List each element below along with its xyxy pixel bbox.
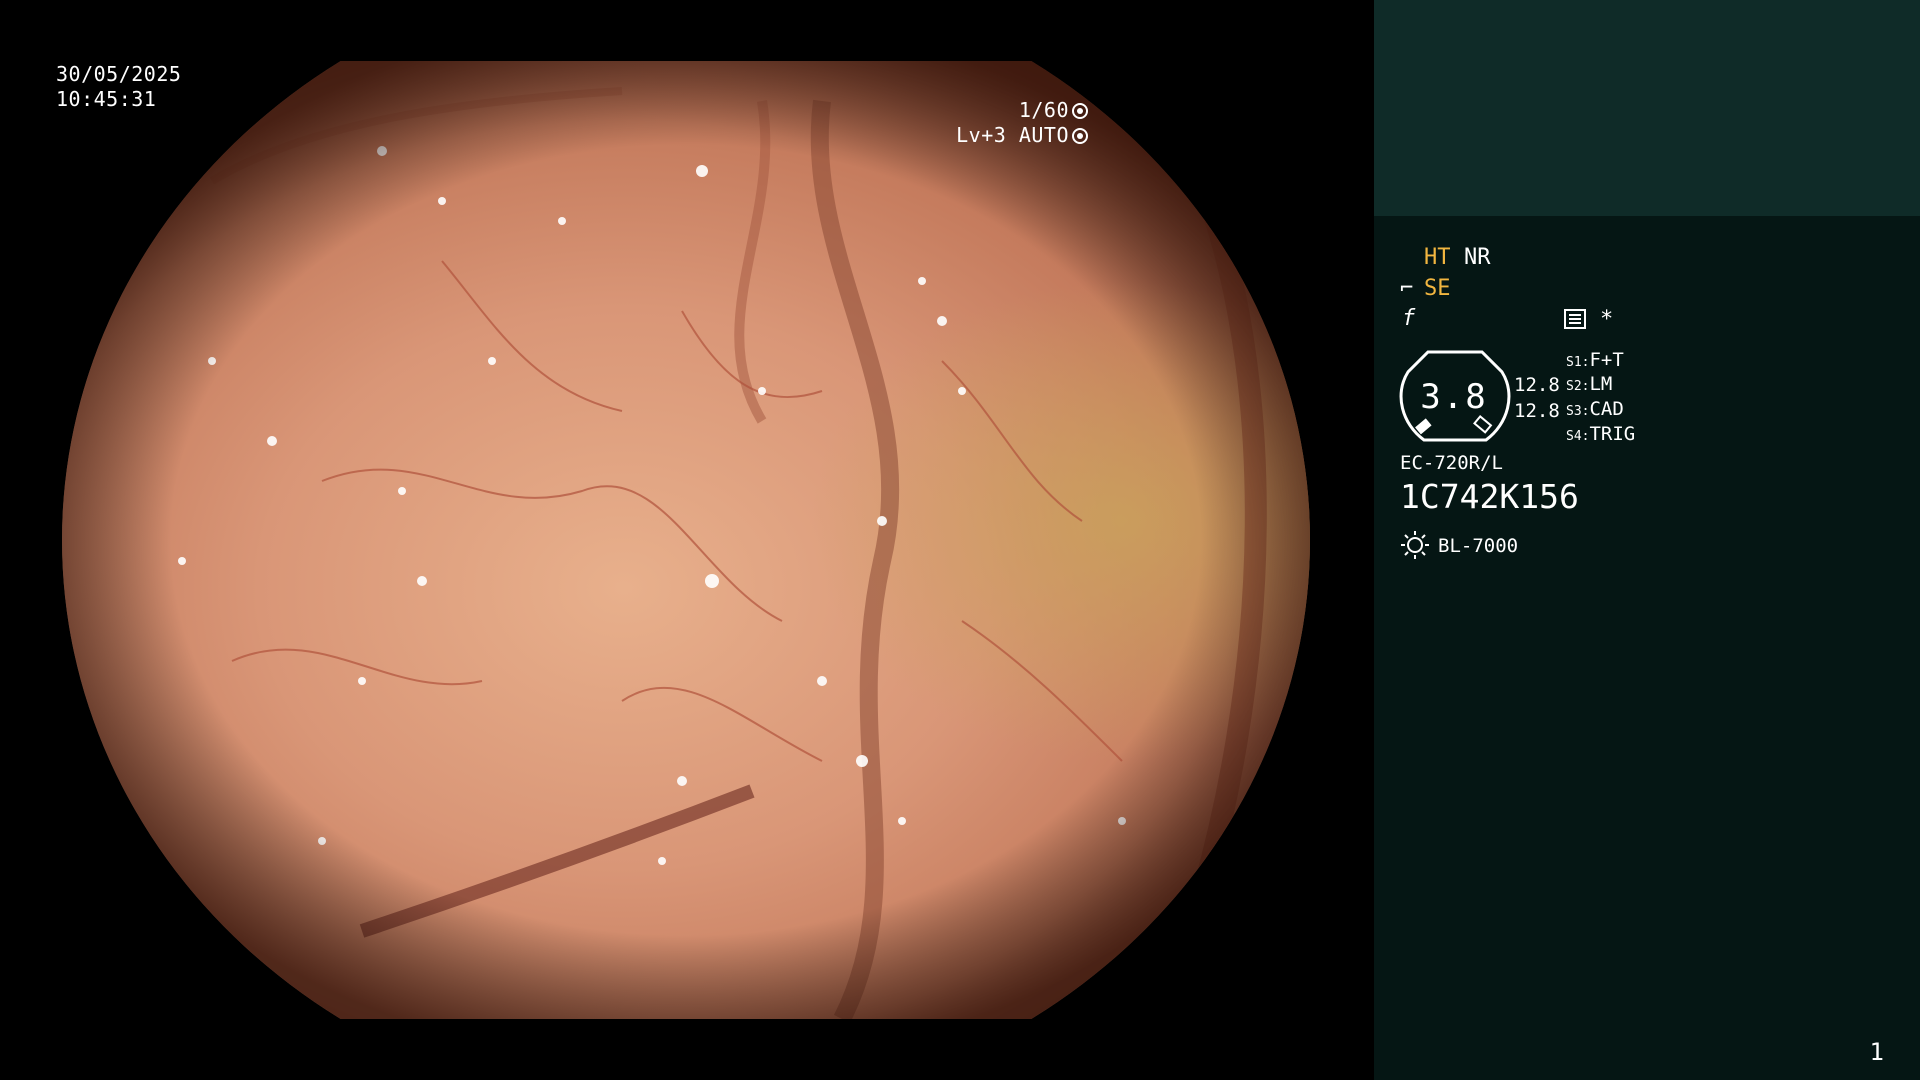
record-icon xyxy=(1564,309,1586,329)
page-number: 1 xyxy=(1869,1038,1884,1066)
switch-key: S2: xyxy=(1566,379,1590,394)
exposure-info: 1/60 Lv+3 AUTO xyxy=(956,98,1088,148)
scope-model: EC-720R/L xyxy=(1400,452,1503,474)
panel-header-block xyxy=(1374,0,1920,216)
switch-4: S4:TRIG xyxy=(1566,422,1635,449)
brightness-level: Lv+3 AUTO xyxy=(956,123,1069,147)
light-source-model: BL-7000 xyxy=(1438,535,1519,557)
date-label: 30/05/2025 xyxy=(56,62,182,86)
mode-se-label: SE xyxy=(1424,276,1451,301)
info-panel: HT NR ⌐ SE f * 3.8 12.8 12.8 S1:F+T S2:L… xyxy=(1374,0,1920,1080)
mode-nr-label: NR xyxy=(1464,245,1491,270)
colon-mucosa-image xyxy=(62,61,1310,1019)
switch-key: S3: xyxy=(1566,404,1590,419)
f-symbol: f xyxy=(1402,306,1416,331)
endoscopic-image xyxy=(62,61,1310,1019)
switch-value: TRIG xyxy=(1589,423,1636,445)
star-icon: * xyxy=(1600,307,1614,332)
auto-iris-icon xyxy=(1072,128,1088,144)
gauge-value: 3.8 xyxy=(1420,377,1488,417)
switch-value: CAD xyxy=(1589,398,1624,420)
switch-key: S1: xyxy=(1566,355,1590,370)
light-bulb-icon xyxy=(1401,531,1429,559)
value-a: 12.8 xyxy=(1514,374,1560,396)
switch-3: S3:CAD xyxy=(1566,397,1624,424)
time-label: 10:45:31 xyxy=(56,87,157,111)
switch-key: S4: xyxy=(1566,429,1590,444)
zoom-gauge: 3.8 xyxy=(1398,350,1512,448)
switch-value: F+T xyxy=(1589,349,1624,371)
switch-1: S1:F+T xyxy=(1566,348,1624,375)
mode-ht-label: HT xyxy=(1424,245,1451,270)
switch-2: S2:LM xyxy=(1566,372,1612,399)
scope-serial-number: 1C742K156 xyxy=(1400,477,1579,516)
value-b: 12.8 xyxy=(1514,400,1560,422)
aperture-icon xyxy=(1072,103,1088,119)
endoscopy-screen: 30/05/2025 10:45:31 1/60 Lv+3 AUTO HT NR… xyxy=(0,0,1920,1080)
shutter-speed: 1/60 xyxy=(1018,98,1069,122)
timestamp: 30/05/2025 10:45:31 xyxy=(56,62,181,112)
se-icon: ⌐ xyxy=(1400,276,1414,301)
switch-value: LM xyxy=(1589,373,1613,395)
